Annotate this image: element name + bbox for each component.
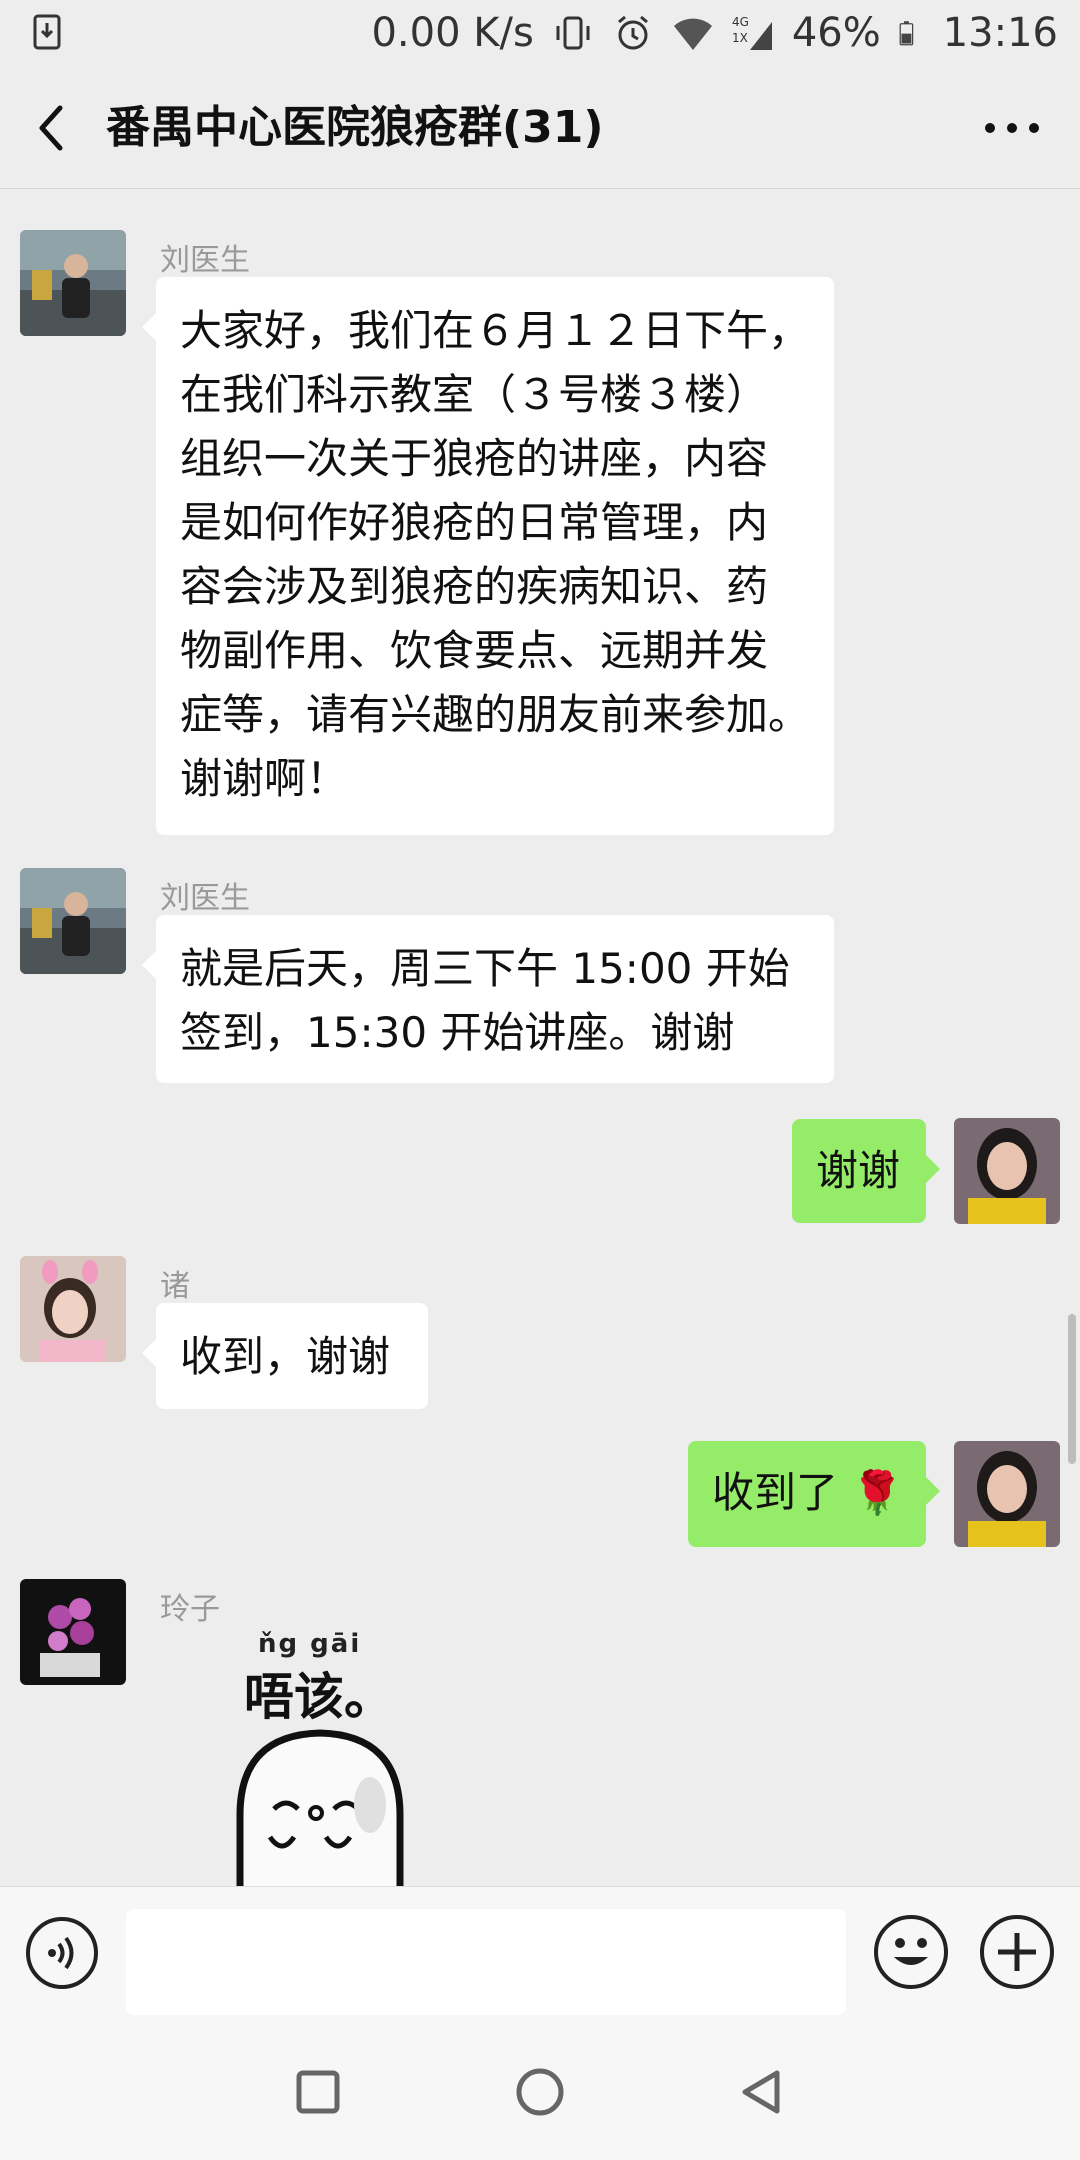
avatar-photo (20, 1256, 126, 1362)
avatar-me[interactable] (954, 1118, 1060, 1224)
more-dots-icon (985, 123, 1039, 133)
message-input[interactable] (126, 1909, 846, 2015)
sticker-text: 唔该。 (244, 1668, 394, 1726)
svg-text:1X: 1X (732, 31, 748, 45)
message-list[interactable]: 刘医生 大家好，我们在６月１２日下午， 在我们科示教室（３号楼３楼） 组织一次关… (0, 189, 1080, 1886)
avatar-photo (20, 1579, 126, 1685)
voice-icon (48, 1936, 74, 1970)
sender-name: 刘医生 (160, 243, 250, 278)
message-line: 是如何作好狼疮的日常管理，内 (180, 498, 769, 547)
chat-header: 番禺中心医院狼疮群(31) (0, 66, 1080, 189)
chevron-left-icon (39, 105, 63, 151)
message-line: 签到，15:30 开始讲座。谢谢 (180, 1008, 735, 1057)
system-nav-bar (0, 2020, 1080, 2160)
battery-percent: 46% (791, 10, 881, 56)
more-options-button[interactable] (976, 96, 1048, 160)
avatar-photo (20, 230, 126, 336)
message-line: 组织一次关于狼疮的讲座，内容 (180, 434, 769, 483)
sender-name: 刘医生 (160, 881, 250, 916)
message-bubble[interactable]: 收到，谢谢 (142, 1303, 428, 1409)
my-message-bubble[interactable]: 谢谢 (792, 1119, 940, 1223)
avatar-lingzi[interactable] (20, 1579, 126, 1685)
my-message-bubble[interactable]: 收到了 🌹 (688, 1441, 940, 1547)
battery-icon (899, 21, 913, 46)
message-line: 就是后天，周三下午 15:00 开始 (180, 944, 790, 993)
network-speed: 0.00 K/s (371, 10, 534, 56)
message-line: 在我们科示教室（３号楼３楼） (180, 370, 769, 419)
chat-screen: 0.00 K/s 4G 1X 46% 13:16 番禺中心医院狼疮群(31) 刘… (0, 0, 1080, 2160)
home-button[interactable] (508, 2060, 572, 2124)
circle-icon (516, 2068, 564, 2116)
avatar-photo (954, 1118, 1060, 1224)
square-icon (296, 2070, 340, 2114)
message-bubble[interactable]: 就是后天，周三下午 15:00 开始 签到，15:30 开始讲座。谢谢 (142, 915, 834, 1083)
signal-icon: 4G 1X (732, 15, 772, 50)
vibrate-icon (556, 16, 590, 50)
message-line: 物副作用、饮食要点、远期并发 (180, 626, 769, 675)
svg-text:4G: 4G (732, 15, 749, 29)
emoji-icon (894, 1938, 928, 1965)
triangle-back-icon (742, 2070, 780, 2114)
chat-title: 番禺中心医院狼疮群(31) (106, 102, 604, 153)
plus-button[interactable] (980, 1915, 1054, 1989)
avatar-photo (954, 1441, 1060, 1547)
message-line: 容会涉及到狼疮的疾病知识、药 (180, 562, 769, 611)
sticker-pinyin: ňg gāi (258, 1629, 362, 1659)
recents-button[interactable] (286, 2060, 350, 2124)
alarm-icon (617, 15, 648, 50)
voice-button[interactable] (26, 1917, 98, 1989)
sender-name: 玲子 (160, 1592, 220, 1627)
sticker-message[interactable]: ňg gāi 唔该。 (230, 1629, 430, 1886)
avatar-me[interactable] (954, 1441, 1060, 1547)
plus-icon (998, 1933, 1036, 1971)
sender-name: 诸 (160, 1269, 190, 1304)
message-line: 大家好，我们在６月１２日下午， (180, 306, 811, 355)
message-line: 收到了 🌹 (712, 1468, 904, 1517)
avatar-photo (20, 868, 126, 974)
message-line: 症等，请有兴趣的朋友前来参加。 (180, 690, 811, 739)
message-line: 谢谢啊！ (180, 754, 349, 803)
message-bubble[interactable]: 大家好，我们在６月１２日下午， 在我们科示教室（３号楼３楼） 组织一次关于狼疮的… (142, 277, 834, 835)
sticker-face-icon (236, 1729, 404, 1886)
status-bar: 0.00 K/s 4G 1X 46% 13:16 (0, 0, 1080, 66)
avatar-liu-doctor[interactable] (20, 868, 126, 974)
clock: 13:16 (942, 10, 1058, 56)
emoji-button[interactable] (874, 1915, 948, 1989)
wifi-icon (673, 18, 712, 50)
status-right: 0.00 K/s 4G 1X 46% 13:16 (371, 8, 1058, 58)
nav-back-button[interactable] (730, 2060, 794, 2124)
avatar-zhu[interactable] (20, 1256, 126, 1362)
message-line: 收到，谢谢 (180, 1332, 391, 1381)
download-status-icon (33, 14, 61, 50)
scrollbar-thumb[interactable] (1068, 1314, 1076, 1464)
message-line: 谢谢 (816, 1146, 901, 1195)
avatar-liu-doctor[interactable] (20, 230, 126, 336)
back-button[interactable] (20, 96, 84, 160)
input-bar (0, 1886, 1080, 2021)
